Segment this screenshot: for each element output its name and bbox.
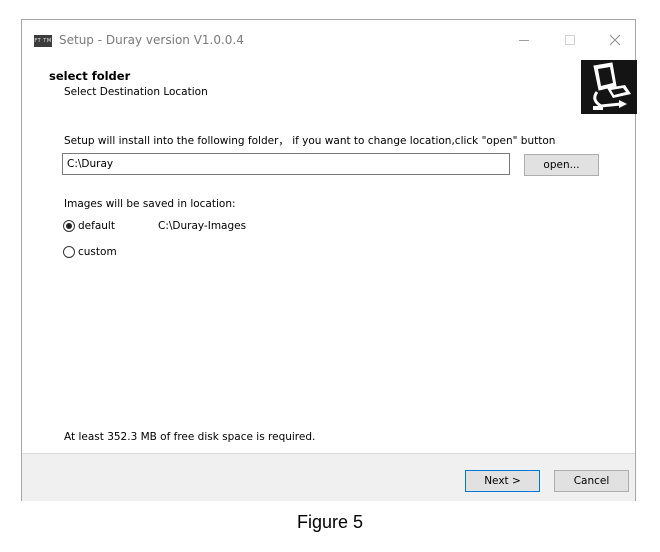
wizard-footer: Next > Cancel	[22, 453, 635, 501]
setup-window: FT TM Setup - Duray version V1.0.0.4 sel…	[21, 19, 637, 501]
radio-custom[interactable]	[63, 246, 75, 258]
images-location-label: Images will be saved in location:	[64, 198, 236, 210]
default-images-path: C:\Duray-Images	[158, 220, 247, 232]
page-title: select folder	[49, 69, 131, 83]
radio-default[interactable]	[63, 220, 75, 232]
disk-space-note: At least 352.3 MB of free disk space is …	[64, 431, 316, 443]
maximize-icon	[565, 35, 575, 45]
figure-caption: Figure 5	[296, 512, 364, 532]
install-instruction: Setup will install into the following fo…	[64, 135, 556, 147]
title-bar[interactable]: FT TM Setup - Duray version V1.0.0.4	[22, 20, 635, 60]
radio-custom-label[interactable]: custom	[78, 246, 117, 258]
install-path-input[interactable]	[62, 153, 510, 175]
wizard-header: select folder Select Destination Locatio…	[22, 60, 637, 124]
window-title: Setup - Duray version V1.0.0.4	[59, 33, 244, 47]
minimize-button[interactable]	[501, 20, 547, 60]
minimize-icon	[519, 40, 529, 41]
page-subtitle: Select Destination Location	[64, 86, 208, 98]
radio-default-option[interactable]: default	[63, 220, 115, 232]
open-button[interactable]: open...	[524, 154, 599, 176]
close-button[interactable]	[592, 20, 638, 60]
radio-default-label[interactable]: default	[78, 220, 115, 232]
close-icon	[609, 34, 621, 46]
next-button[interactable]: Next >	[465, 470, 540, 492]
radio-custom-option[interactable]: custom	[63, 246, 117, 258]
computer-setup-icon	[581, 60, 637, 114]
app-icon: FT TM	[34, 35, 52, 47]
maximize-button[interactable]	[547, 20, 593, 60]
cancel-button[interactable]: Cancel	[554, 470, 629, 492]
